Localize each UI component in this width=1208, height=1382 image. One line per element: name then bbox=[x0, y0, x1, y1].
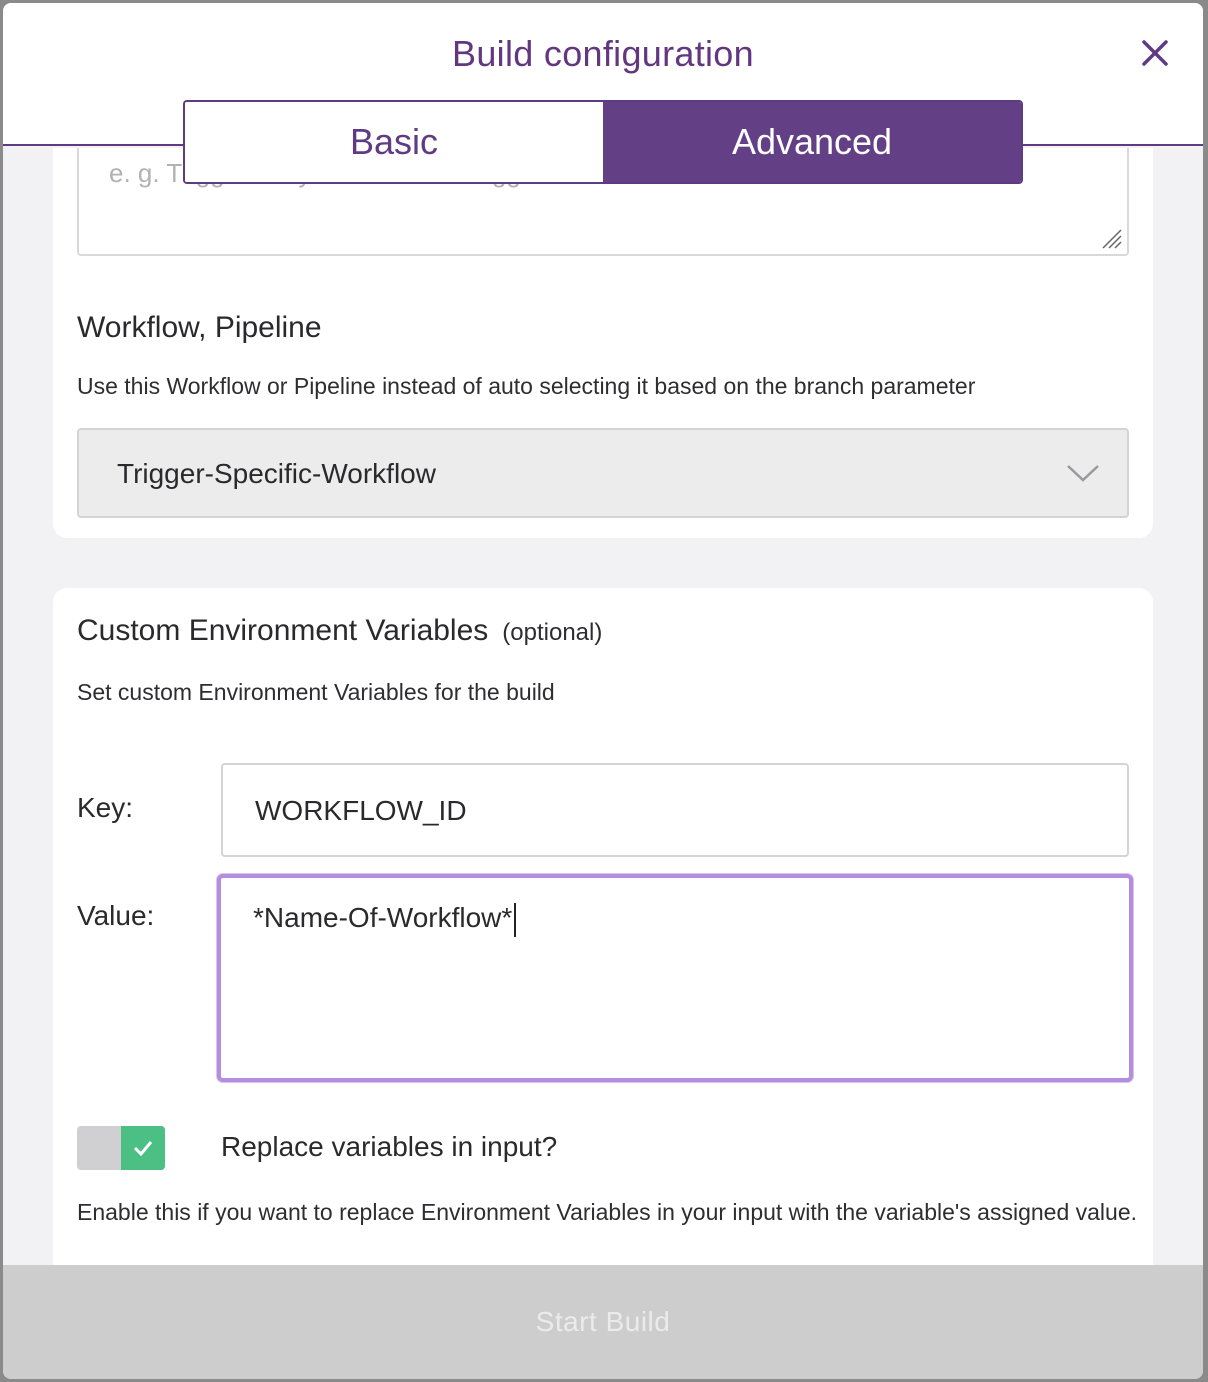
env-vars-title: Custom Environment Variables bbox=[77, 614, 489, 647]
start-build-button[interactable]: Start Build bbox=[3, 1265, 1203, 1379]
workflow-card: e. g. Triggered by Bitrise Build Trigger… bbox=[53, 148, 1153, 538]
key-label: Key: bbox=[77, 792, 134, 823]
value-textarea[interactable]: *Name-Of-Workflow* bbox=[217, 874, 1133, 1082]
workflow-selected-value: Trigger-Specific-Workflow bbox=[117, 458, 436, 489]
env-vars-card: Custom Environment Variables (optional) S… bbox=[53, 588, 1153, 1265]
modal-title: Build configuration bbox=[452, 33, 754, 74]
tab-advanced[interactable]: Advanced bbox=[603, 102, 1021, 182]
key-input-value: WORKFLOW_ID bbox=[255, 795, 467, 826]
workflow-description: Use this Workflow or Pipeline instead of… bbox=[77, 373, 976, 399]
optional-label: (optional) bbox=[502, 619, 603, 646]
value-label: Value: bbox=[77, 900, 155, 931]
key-input[interactable]: WORKFLOW_ID bbox=[221, 763, 1129, 857]
workflow-title: Workflow, Pipeline bbox=[77, 311, 322, 344]
chevron-down-icon bbox=[1067, 465, 1099, 482]
resize-handle-icon[interactable] bbox=[1099, 226, 1123, 250]
replace-variables-help: Enable this if you want to replace Envir… bbox=[77, 1199, 1137, 1225]
close-icon[interactable] bbox=[1137, 35, 1173, 71]
start-build-label: Start Build bbox=[535, 1306, 671, 1337]
checkmark-icon bbox=[133, 1141, 153, 1156]
tab-basic[interactable]: Basic bbox=[185, 102, 603, 182]
value-textarea-value: *Name-Of-Workflow* bbox=[253, 902, 513, 933]
text-caret bbox=[514, 902, 517, 937]
build-configuration-modal: e. g. Triggered by Bitrise Build Trigger… bbox=[3, 3, 1203, 1379]
mode-tabs: Basic Advanced bbox=[183, 100, 1023, 184]
workflow-select[interactable]: Trigger-Specific-Workflow bbox=[77, 428, 1129, 518]
env-vars-title-row: Custom Environment Variables (optional) bbox=[77, 614, 602, 648]
env-vars-description: Set custom Environment Variables for the… bbox=[77, 679, 555, 705]
replace-variables-toggle[interactable] bbox=[77, 1126, 165, 1170]
modal-content: e. g. Triggered by Bitrise Build Trigger… bbox=[3, 148, 1203, 1265]
toggle-knob bbox=[121, 1126, 165, 1170]
replace-variables-label: Replace variables in input? bbox=[221, 1131, 558, 1162]
